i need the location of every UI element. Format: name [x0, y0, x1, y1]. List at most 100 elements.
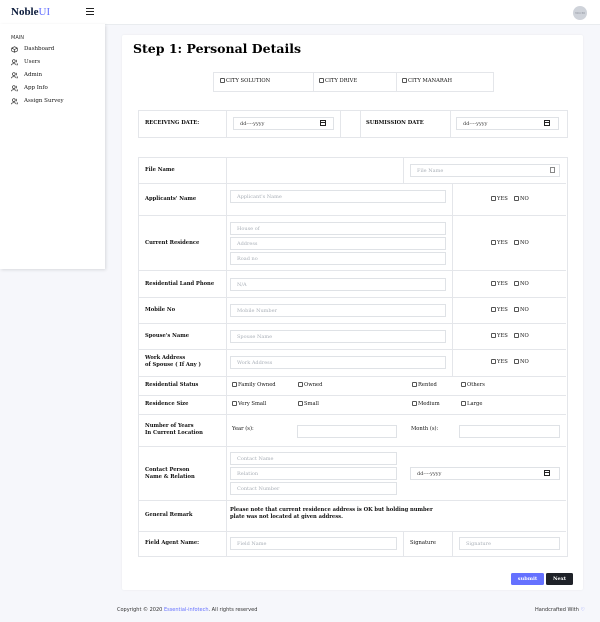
contact-number-input[interactable]: Contact Number — [230, 482, 397, 495]
checkbox[interactable] — [491, 281, 496, 286]
relation-input[interactable]: Relation — [230, 467, 397, 480]
checkbox[interactable] — [491, 307, 496, 312]
field-agent-input[interactable]: Field Name — [230, 537, 397, 550]
address-input[interactable]: Address — [230, 237, 446, 250]
residence-yes-option[interactable]: YES — [491, 240, 508, 246]
checkbox[interactable] — [491, 240, 496, 245]
checkbox[interactable] — [491, 196, 496, 201]
footer-company-link[interactable]: Essential-infotech — [164, 607, 209, 613]
size-large-option[interactable]: Large — [461, 401, 482, 407]
spouse-name-label: Spouse's Name — [145, 333, 190, 339]
land-phone-no-option[interactable]: NO — [514, 281, 529, 287]
checkbox[interactable] — [461, 401, 466, 406]
signature-label: Signature — [410, 540, 436, 546]
checkbox[interactable] — [298, 401, 303, 406]
status-family-owned-option[interactable]: Family Owned — [232, 382, 276, 388]
mobile-input[interactable]: Mobile Number — [230, 304, 446, 317]
city-option-manarah[interactable]: CITY MANARAH — [402, 78, 452, 84]
avatar[interactable]: 30×30 — [573, 6, 587, 20]
month-input[interactable] — [459, 425, 560, 438]
sidebar-item-users[interactable]: Users — [11, 57, 40, 67]
checkbox[interactable] — [514, 196, 519, 201]
status-owned-option[interactable]: Owned — [298, 382, 322, 388]
sidebar-item-assign-survey[interactable]: Assign Survey — [11, 96, 64, 106]
receiving-date-label: RECEIVING DATE: — [145, 120, 200, 126]
box-icon — [11, 45, 18, 53]
year-input[interactable] — [297, 425, 397, 438]
work-address-yes-option[interactable]: YES — [491, 359, 508, 365]
work-address-label: Work Address of Spouse ( If Any ) — [145, 355, 201, 368]
status-rented-option[interactable]: Rented — [412, 382, 437, 388]
mobile-no-option[interactable]: NO — [514, 307, 529, 313]
checkbox[interactable] — [412, 382, 417, 387]
spouse-yes-option[interactable]: YES — [491, 333, 508, 339]
checkbox[interactable] — [514, 359, 519, 364]
mobile-yes-option[interactable]: YES — [491, 307, 508, 313]
next-button[interactable]: Next — [546, 573, 573, 585]
applicant-name-label: Applicants' Name — [145, 196, 197, 202]
land-phone-input[interactable]: N/A — [230, 278, 446, 291]
sidebar-item-label: Dashboard — [24, 46, 55, 52]
status-others-option[interactable]: Others — [461, 382, 485, 388]
app-logo[interactable]: NobleUI — [11, 6, 50, 18]
city-option-drive[interactable]: CITY DRIVE — [319, 78, 357, 84]
checkbox[interactable] — [232, 401, 237, 406]
sidebar-item-dashboard[interactable]: Dashboard — [11, 44, 54, 54]
submit-button[interactable]: submit — [511, 573, 544, 585]
field-agent-label: Field Agent Name: — [145, 540, 200, 546]
applicant-no-option[interactable]: NO — [514, 196, 529, 202]
checkbox[interactable] — [319, 78, 324, 83]
work-address-no-option[interactable]: NO — [514, 359, 529, 365]
submission-date-label: SUBMISSION DATE — [366, 120, 424, 126]
checkbox[interactable] — [514, 333, 519, 338]
file-name-input[interactable]: File Name — [410, 164, 560, 177]
checkbox[interactable] — [514, 307, 519, 312]
applicant-name-input[interactable]: Applicant's Name — [230, 190, 446, 203]
checkbox[interactable] — [491, 359, 496, 364]
year-label: Year (s): — [232, 426, 254, 432]
sidebar-item-admin[interactable]: Admin — [11, 70, 42, 80]
applicant-yes-option[interactable]: YES — [491, 196, 508, 202]
sidebar-item-label: App Info — [24, 85, 48, 91]
land-phone-yes-option[interactable]: YES — [491, 281, 508, 287]
residence-no-option[interactable]: NO — [514, 240, 529, 246]
size-very-small-option[interactable]: Very Small — [232, 401, 266, 407]
sidebar-item-app-info[interactable]: App Info — [11, 83, 48, 93]
contact-name-input[interactable]: Contact Name — [230, 452, 397, 465]
years-location-label: Number of Years In Current Location — [145, 423, 203, 436]
checkbox[interactable] — [491, 333, 496, 338]
contact-date-input[interactable]: dd----yyyy — [410, 467, 560, 480]
sidebar-item-label: Admin — [24, 72, 43, 78]
size-small-option[interactable]: Small — [298, 401, 319, 407]
checkbox[interactable] — [514, 281, 519, 286]
mobile-label: Mobile No — [145, 307, 176, 313]
house-input[interactable]: House of — [230, 222, 446, 235]
users-icon — [11, 71, 18, 78]
checkbox[interactable] — [298, 382, 303, 387]
checkbox[interactable] — [514, 240, 519, 245]
footer-handcrafted: Handcrafted With ♡ — [535, 607, 585, 613]
work-address-input[interactable]: Work Address — [230, 356, 446, 369]
file-icon[interactable] — [550, 167, 555, 173]
calendar-icon[interactable] — [320, 120, 326, 126]
checkbox[interactable] — [461, 382, 466, 387]
road-input[interactable]: Road no — [230, 252, 446, 265]
signature-input[interactable]: Signature — [459, 537, 560, 550]
month-label: Month (s): — [411, 426, 439, 432]
spouse-no-option[interactable]: NO — [514, 333, 529, 339]
users-icon — [11, 97, 18, 104]
sidebar-item-label: Users — [24, 59, 41, 65]
general-remark-label: General Remark — [145, 512, 193, 518]
size-medium-option[interactable]: Medium — [412, 401, 440, 407]
city-option-solution[interactable]: CITY SOLUTION — [220, 78, 270, 84]
checkbox[interactable] — [232, 382, 237, 387]
checkbox[interactable] — [402, 78, 407, 83]
residence-size-label: Residence Size — [145, 401, 189, 407]
checkbox[interactable] — [220, 78, 225, 83]
menu-toggle-icon[interactable] — [86, 8, 94, 15]
spouse-name-input[interactable]: Spouse Name — [230, 330, 446, 343]
checkbox[interactable] — [412, 401, 417, 406]
calendar-icon[interactable] — [544, 470, 550, 476]
calendar-icon[interactable] — [544, 120, 550, 126]
receiving-date-input[interactable]: dd----yyyy — [233, 117, 334, 130]
